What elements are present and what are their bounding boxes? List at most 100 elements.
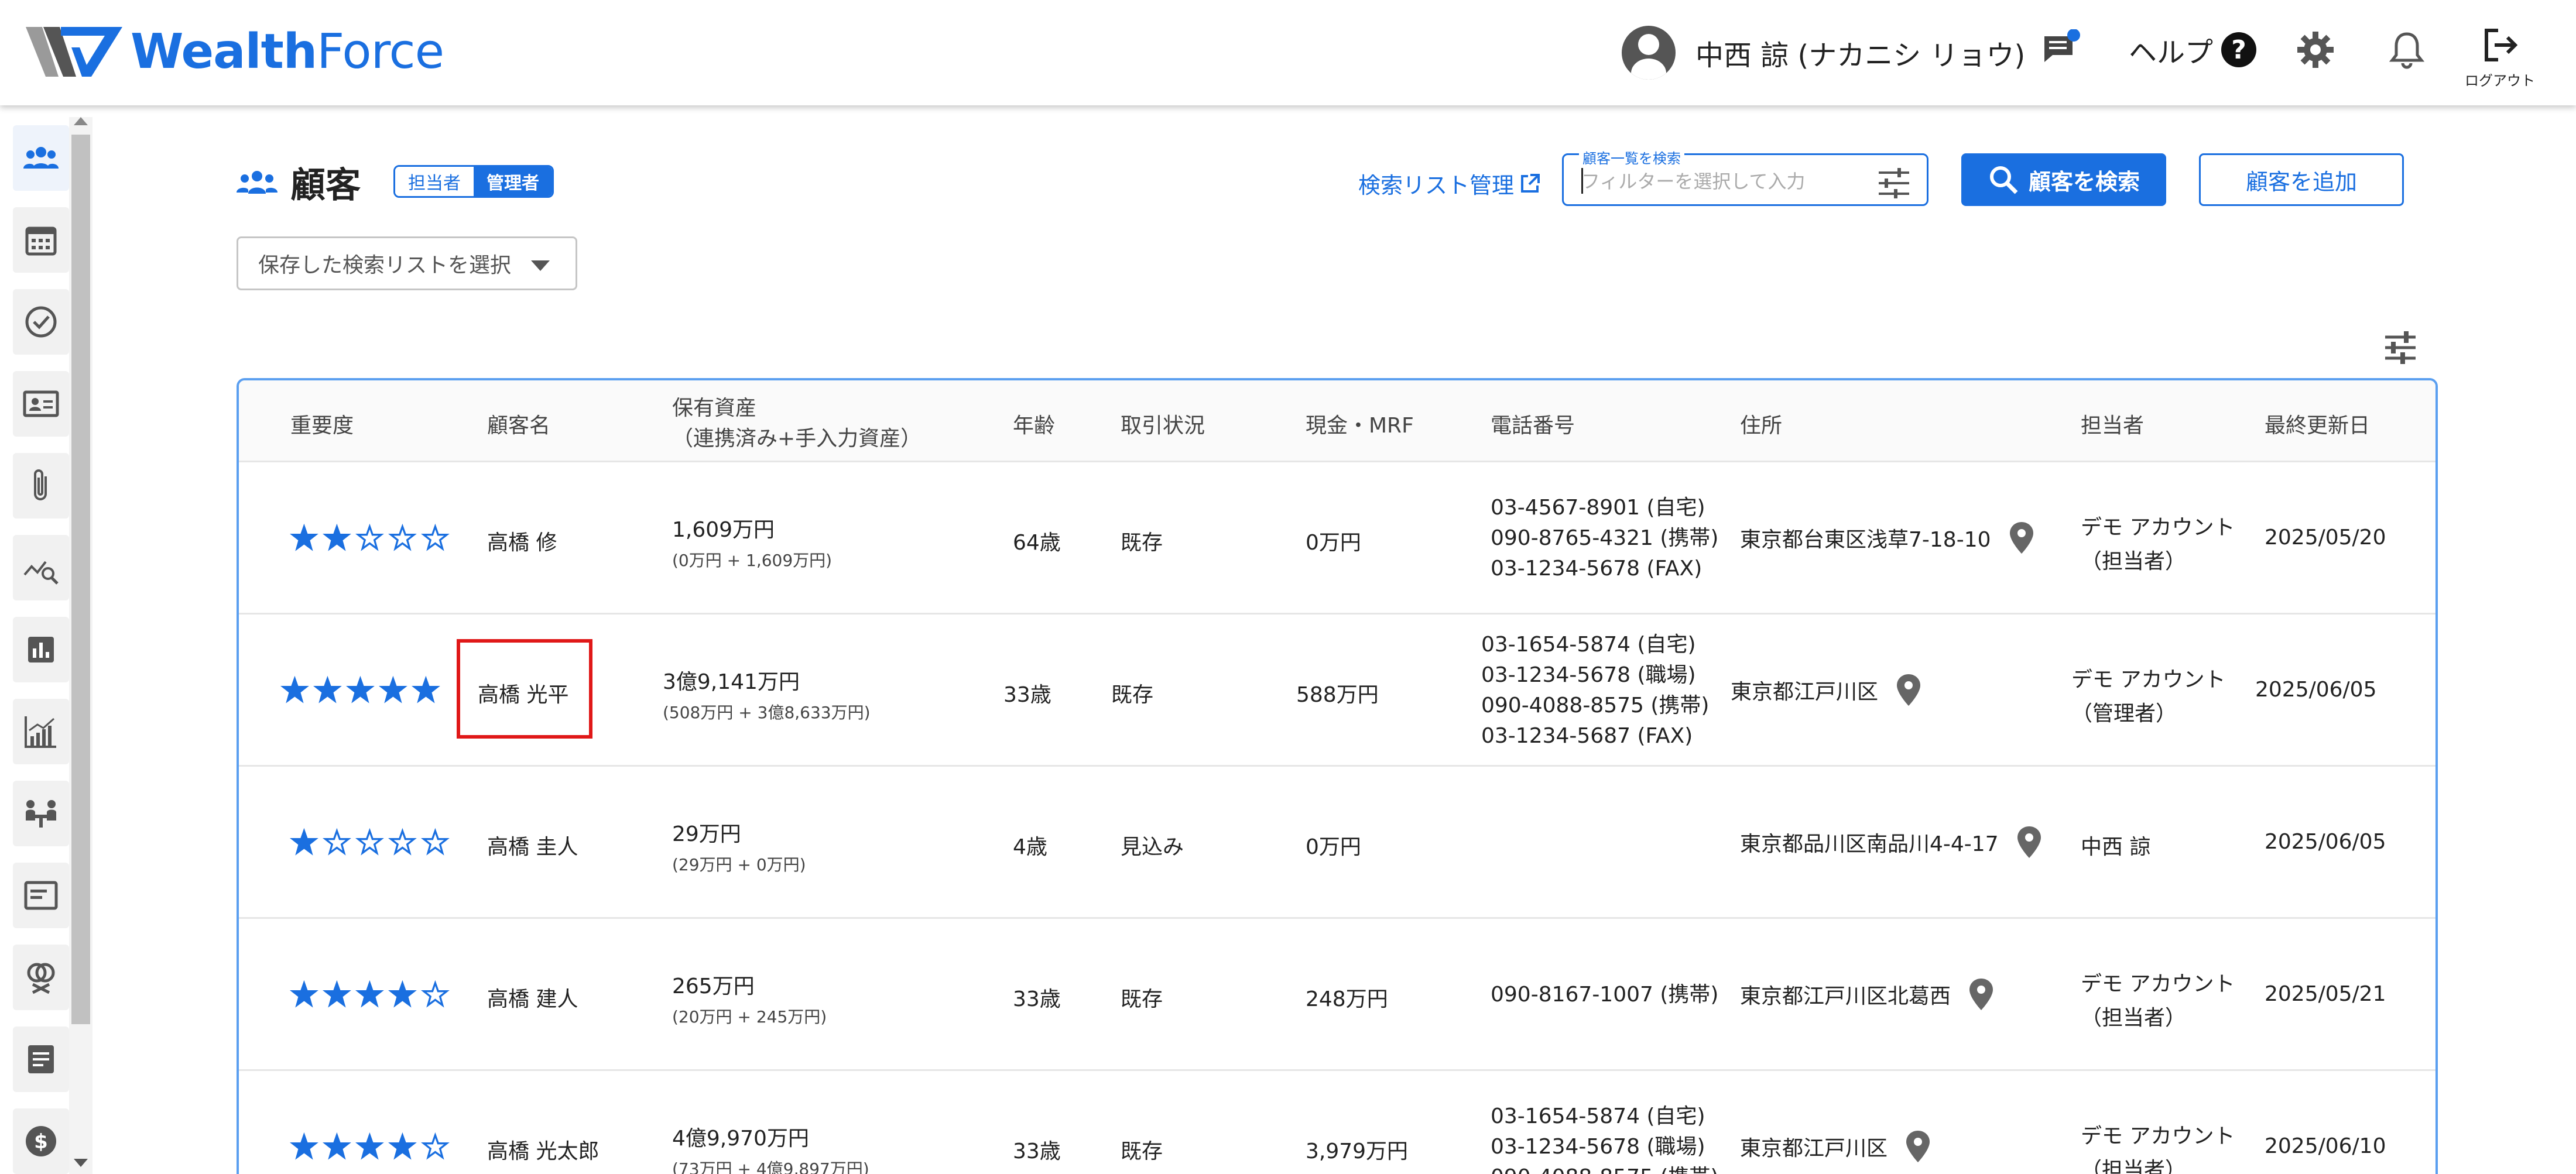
sidebar-item-analysis[interactable] <box>13 535 69 600</box>
importance-stars[interactable] <box>288 1132 452 1162</box>
role-option-admin[interactable]: 管理者 <box>474 167 552 196</box>
importance-stars[interactable] <box>288 523 452 554</box>
map-pin-icon[interactable] <box>1896 673 1921 707</box>
sidebar-item-contacts[interactable] <box>13 371 69 437</box>
star-outline-icon[interactable] <box>419 980 452 1010</box>
star-outline-icon[interactable] <box>419 1132 452 1162</box>
star-outline-icon[interactable] <box>386 828 419 858</box>
gear-icon[interactable] <box>2296 30 2335 69</box>
role-option-owner[interactable]: 担当者 <box>395 167 474 196</box>
star-outline-icon[interactable] <box>419 523 452 554</box>
user-menu[interactable]: 中西 諒 (ナカニシ リョウ) <box>1622 25 2025 81</box>
customer-name[interactable]: 高橋 圭人 <box>487 830 578 860</box>
header-owner[interactable]: 担当者 <box>2081 409 2144 439</box>
star-filled-icon[interactable] <box>288 828 321 858</box>
customer-name[interactable]: 高橋 建人 <box>487 982 578 1012</box>
star-filled-icon[interactable] <box>354 980 386 1010</box>
header-importance[interactable]: 重要度 <box>290 409 354 439</box>
star-filled-icon[interactable] <box>321 980 354 1010</box>
star-outline-icon[interactable] <box>354 523 386 554</box>
table-row[interactable]: 高橋 圭人 29万円 (29万円 + 0万円) 4歳 見込み 0万円 東京都品川区南品川4-… <box>239 767 2435 919</box>
sidebar-item-customers[interactable] <box>13 125 69 191</box>
sidebar-item-rings[interactable] <box>13 945 69 1010</box>
role-toggle[interactable]: 担当者 管理者 <box>393 165 554 198</box>
star-filled-icon[interactable] <box>321 523 354 554</box>
phone-number[interactable]: 03-1234-5678 (職場) <box>1481 660 1709 691</box>
logout-button[interactable]: ログアウト <box>2464 26 2536 90</box>
star-filled-icon[interactable] <box>344 675 377 706</box>
phone-number[interactable]: 03-1654-5874 (自宅) <box>1481 630 1709 660</box>
phone-number[interactable]: 090-8167-1007 (携帯) <box>1491 980 1718 1010</box>
table-row[interactable]: 高橋 光太郎 4億9,970万円 (73万円 + 4億9,897万円) 33歳 既存 3,… <box>239 1071 2435 1174</box>
header-name[interactable]: 顧客名 <box>487 409 550 439</box>
star-filled-icon[interactable] <box>288 980 321 1010</box>
importance-stars[interactable] <box>288 980 452 1010</box>
star-filled-icon[interactable] <box>311 675 344 706</box>
phone-number[interactable]: 03-1234-5687 (FAX) <box>1481 721 1709 751</box>
star-filled-icon[interactable] <box>386 980 419 1010</box>
phone-number[interactable]: 03-1234-5678 (FAX) <box>1491 554 1718 584</box>
search-list-manage-link[interactable]: 検索リスト管理 <box>1358 167 1541 200</box>
sidebar-item-attachments[interactable] <box>13 453 69 519</box>
phone-number[interactable]: 03-1234-5678 (職場) <box>1491 1132 1718 1162</box>
page-title: 顧客 <box>237 157 361 208</box>
phone-number[interactable]: 03-4567-8901 (自宅) <box>1491 493 1718 523</box>
star-outline-icon[interactable] <box>321 828 354 858</box>
phone-number[interactable]: 090-4088-8575 (携帯) <box>1491 1162 1718 1174</box>
header-assets[interactable]: 保有資産 <box>672 391 756 421</box>
header-updated[interactable]: 最終更新日 <box>2265 409 2370 439</box>
star-filled-icon[interactable] <box>321 1132 354 1162</box>
customer-name[interactable]: 高橋 光太郎 <box>487 1134 599 1165</box>
star-outline-icon[interactable] <box>354 828 386 858</box>
sidebar-item-window[interactable] <box>13 863 69 928</box>
app-logo[interactable]: WealthForce <box>26 22 444 81</box>
star-filled-icon[interactable] <box>377 675 410 706</box>
table-row[interactable]: 高橋 修 1,609万円 (0万円 + 1,609万円) 64歳 既存 0万円 03-456… <box>239 462 2435 615</box>
table-row[interactable]: 高橋 建人 265万円 (20万円 + 245万円) 33歳 既存 248万円 090-81… <box>239 919 2435 1071</box>
help-link[interactable]: ヘルプ ? <box>2129 29 2257 70</box>
sidebar-item-meetings[interactable] <box>13 781 69 846</box>
scroll-down-arrow-icon[interactable] <box>74 1159 88 1167</box>
phone-number[interactable]: 090-8765-4321 (携帯) <box>1491 523 1718 554</box>
star-outline-icon[interactable] <box>386 523 419 554</box>
filter-sliders-icon[interactable] <box>1876 167 1912 200</box>
phone-numbers: 03-4567-8901 (自宅) 090-8765-4321 (携帯) 03-12… <box>1491 493 1718 584</box>
star-outline-icon[interactable] <box>419 828 452 858</box>
map-pin-icon[interactable] <box>1905 1130 1931 1163</box>
search-input[interactable] <box>1581 166 1874 197</box>
importance-stars[interactable] <box>288 828 452 858</box>
sidebar-item-growth[interactable] <box>13 699 69 764</box>
add-customer-button[interactable]: 顧客を追加 <box>2199 153 2404 206</box>
sidebar-item-finance[interactable]: $ <box>13 1108 69 1174</box>
sidebar-scrollbar[interactable] <box>69 117 93 1174</box>
star-filled-icon[interactable] <box>288 523 321 554</box>
phone-number[interactable]: 03-1654-5874 (自宅) <box>1491 1101 1718 1132</box>
star-filled-icon[interactable] <box>279 675 311 706</box>
header-age[interactable]: 年齢 <box>1013 409 1055 439</box>
header-cash[interactable]: 現金・MRF <box>1306 409 1414 439</box>
column-settings-icon[interactable] <box>2382 329 2419 366</box>
sidebar-item-calendar[interactable] <box>13 207 69 273</box>
star-filled-icon[interactable] <box>386 1132 419 1162</box>
address-text: 東京都江戸川区 <box>1740 1137 1888 1161</box>
star-filled-icon[interactable] <box>410 675 443 706</box>
map-pin-icon[interactable] <box>2009 521 2034 555</box>
scroll-up-arrow-icon[interactable] <box>74 117 88 125</box>
customer-search-field[interactable]: 顧客一覧を検索 <box>1562 147 1928 206</box>
star-filled-icon[interactable] <box>288 1132 321 1162</box>
chat-icon[interactable] <box>2041 29 2082 70</box>
header-status[interactable]: 取引状況 <box>1121 409 1205 439</box>
sidebar-item-documents[interactable] <box>13 1027 69 1092</box>
map-pin-icon[interactable] <box>1968 977 1994 1011</box>
star-filled-icon[interactable] <box>354 1132 386 1162</box>
phone-number[interactable]: 090-4088-8575 (携帯) <box>1481 691 1709 721</box>
sidebar-item-reports[interactable] <box>13 617 69 682</box>
importance-stars[interactable] <box>279 675 443 706</box>
saved-search-list-select[interactable]: 保存した検索リストを選択 <box>237 236 577 290</box>
scroll-thumb[interactable] <box>71 135 90 1024</box>
sidebar-item-tasks[interactable] <box>13 289 69 355</box>
bell-icon[interactable] <box>2387 30 2426 71</box>
customer-name[interactable]: 高橋 修 <box>487 526 557 556</box>
map-pin-icon[interactable] <box>2016 825 2042 859</box>
search-customers-button[interactable]: 顧客を検索 <box>1961 153 2166 206</box>
